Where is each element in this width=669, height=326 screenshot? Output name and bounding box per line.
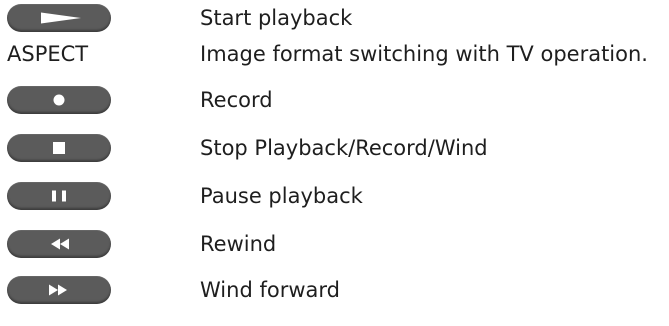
stop-icon — [53, 142, 65, 154]
legend-row-fast-forward: Wind forward — [0, 272, 669, 308]
rewind-key — [7, 230, 111, 258]
legend-row-aspect: ASPECT Image format switching with TV op… — [0, 36, 669, 72]
aspect-key-label: ASPECT — [7, 42, 89, 66]
legend-row-record: Record — [0, 82, 669, 118]
record-icon — [53, 94, 65, 106]
play-key — [7, 4, 111, 32]
fast-forward-icon — [49, 284, 67, 296]
fast-forward-key — [7, 276, 111, 304]
legend-row-play: Start playback — [0, 0, 669, 36]
legend-row-rewind: Rewind — [0, 226, 669, 262]
pause-key — [7, 182, 111, 210]
pause-icon — [52, 190, 66, 202]
legend-row-pause: Pause playback — [0, 178, 669, 214]
stop-description: Stop Playback/Record/Wind — [200, 136, 488, 160]
pause-description: Pause playback — [200, 184, 363, 208]
record-key — [7, 86, 111, 114]
legend-row-stop: Stop Playback/Record/Wind — [0, 130, 669, 166]
rewind-description: Rewind — [200, 232, 277, 256]
play-icon — [41, 12, 81, 24]
stop-key — [7, 134, 111, 162]
aspect-description: Image format switching with TV operation… — [200, 42, 648, 66]
fast-forward-description: Wind forward — [200, 278, 340, 302]
play-description: Start playback — [200, 6, 353, 30]
record-description: Record — [200, 88, 273, 112]
rewind-icon — [51, 238, 69, 250]
